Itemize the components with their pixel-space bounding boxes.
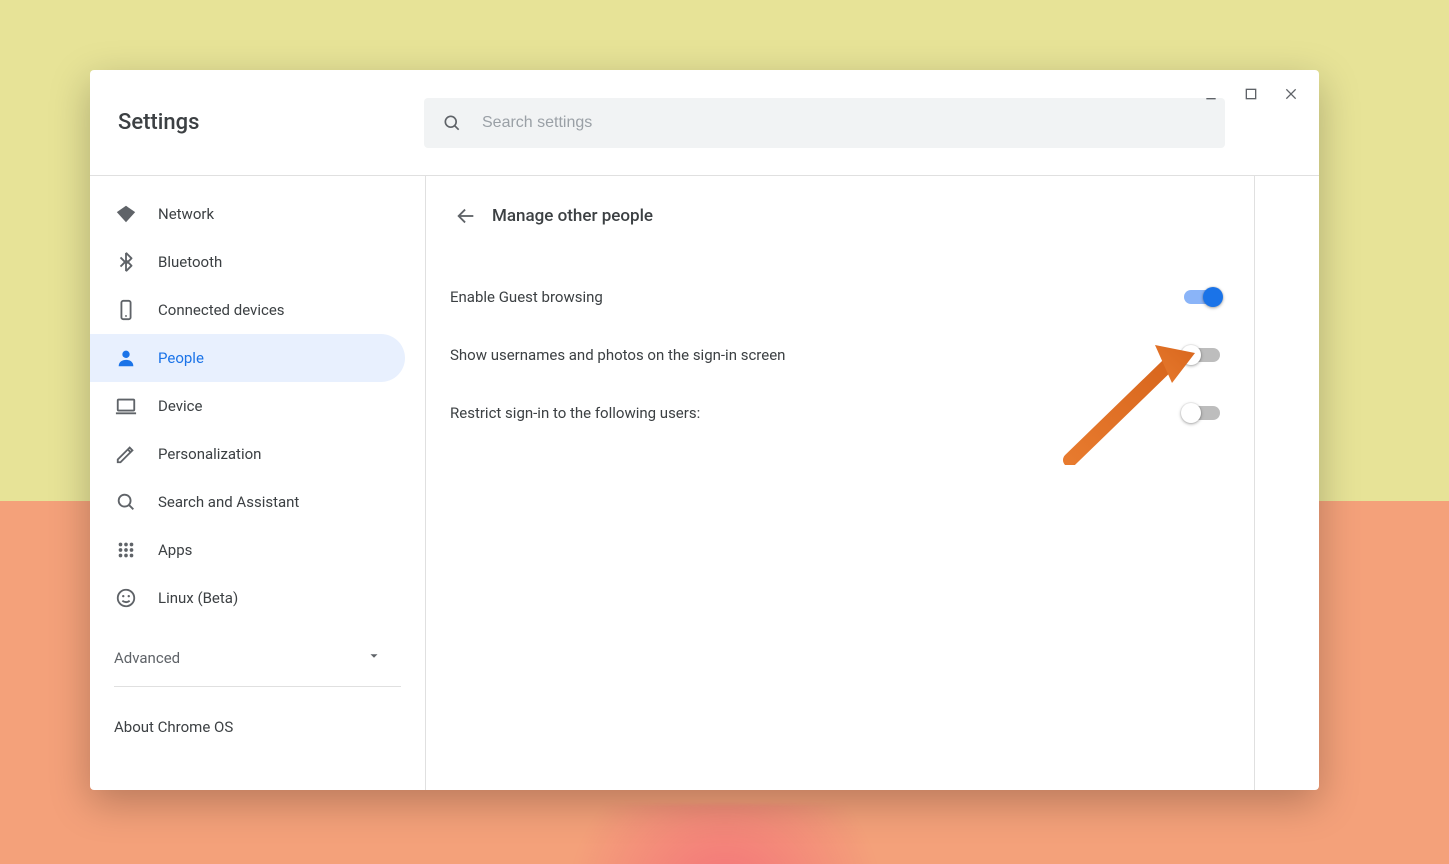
connected-devices-icon — [114, 298, 138, 322]
sidebar-item-network[interactable]: Network — [90, 190, 405, 238]
bluetooth-icon — [114, 250, 138, 274]
sidebar-item-personalization[interactable]: Personalization — [90, 430, 405, 478]
sidebar-item-device[interactable]: Device — [90, 382, 405, 430]
app-title: Settings — [114, 110, 424, 135]
apps-icon — [114, 538, 138, 562]
close-icon — [1283, 86, 1299, 102]
network-icon — [114, 202, 138, 226]
search-icon — [442, 113, 462, 133]
window-controls — [1187, 74, 1315, 114]
setting-label: Restrict sign-in to the following users: — [450, 404, 700, 422]
setting-label: Show usernames and photos on the sign-in… — [450, 346, 785, 364]
maximize-button[interactable] — [1241, 84, 1261, 104]
close-button[interactable] — [1281, 84, 1301, 104]
sidebar-item-bluetooth[interactable]: Bluetooth — [90, 238, 405, 286]
page-title: Manage other people — [492, 206, 653, 226]
maximize-icon — [1243, 86, 1259, 102]
sidebar-item-connected-devices[interactable]: Connected devices — [90, 286, 405, 334]
sidebar-divider — [114, 686, 401, 687]
sidebar-item-label: Linux (Beta) — [158, 589, 238, 607]
search-bar[interactable] — [424, 98, 1225, 148]
people-icon — [114, 346, 138, 370]
toggle-show-usernames[interactable] — [1184, 348, 1220, 362]
toggle-guest-browsing[interactable] — [1184, 290, 1220, 304]
sidebar-item-label: Network — [158, 205, 214, 223]
sidebar-item-label: Device — [158, 397, 202, 415]
page-header: Manage other people — [446, 192, 1224, 240]
sidebar-item-people[interactable]: People — [90, 334, 405, 382]
sidebar-item-label: Apps — [158, 541, 192, 559]
settings-window: Settings Network Bluetooth — [90, 70, 1319, 790]
about-label: About Chrome OS — [114, 718, 233, 736]
sidebar-item-label: Bluetooth — [158, 253, 222, 271]
arrow-left-icon — [455, 205, 477, 227]
sidebar: Network Bluetooth Connected devices Peop… — [90, 176, 426, 790]
advanced-label: Advanced — [114, 649, 180, 667]
sidebar-about[interactable]: About Chrome OS — [90, 699, 425, 755]
back-button[interactable] — [446, 196, 486, 236]
sidebar-item-label: Connected devices — [158, 301, 285, 319]
sidebar-item-label: People — [158, 349, 204, 367]
wallpaper-flower — [525, 804, 925, 864]
sidebar-advanced[interactable]: Advanced — [90, 634, 405, 682]
device-icon — [114, 394, 138, 418]
chevron-down-icon — [367, 649, 381, 667]
header: Settings — [90, 70, 1319, 176]
toggle-restrict-signin[interactable] — [1184, 406, 1220, 420]
minimize-button[interactable] — [1201, 84, 1221, 104]
personalization-icon — [114, 442, 138, 466]
sidebar-item-apps[interactable]: Apps — [90, 526, 405, 574]
setting-show-usernames: Show usernames and photos on the sign-in… — [446, 326, 1224, 384]
setting-restrict-signin: Restrict sign-in to the following users: — [446, 384, 1224, 442]
search-input[interactable] — [480, 113, 1207, 133]
linux-icon — [114, 586, 138, 610]
sidebar-item-linux[interactable]: Linux (Beta) — [90, 574, 405, 622]
setting-label: Enable Guest browsing — [450, 288, 603, 306]
sidebar-item-label: Search and Assistant — [158, 493, 299, 511]
settings-body: Network Bluetooth Connected devices Peop… — [90, 176, 1319, 790]
sidebar-item-search-assistant[interactable]: Search and Assistant — [90, 478, 405, 526]
sidebar-item-label: Personalization — [158, 445, 261, 463]
content-panel: Manage other people Enable Guest browsin… — [426, 176, 1255, 790]
minimize-icon — [1203, 86, 1219, 102]
setting-guest-browsing: Enable Guest browsing — [446, 268, 1224, 326]
search-assistant-icon — [114, 490, 138, 514]
